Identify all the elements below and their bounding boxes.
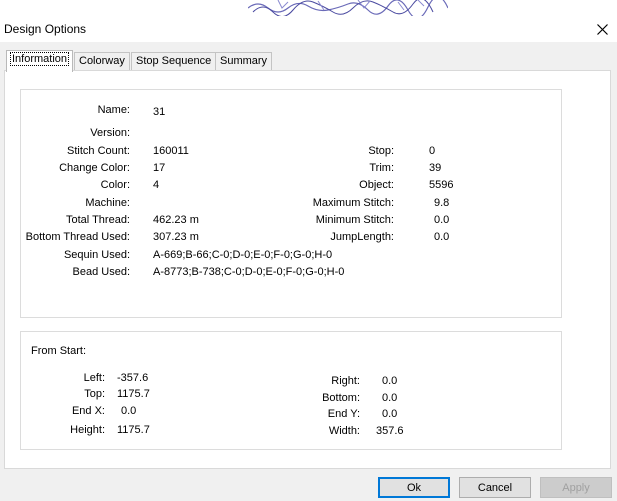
name-value: 31 — [153, 106, 166, 118]
tab-stop-sequence[interactable]: Stop Sequence — [131, 52, 217, 71]
bottom-thread-label: Bottom Thread Used: — [25, 231, 130, 243]
ok-button[interactable]: Ok — [378, 477, 450, 498]
left-label: Left: — [83, 372, 105, 384]
from-start-group: From Start: Left: -357.6 Top: 1175.7 End… — [20, 331, 562, 450]
bead-value: A-8773;B-738;C-0;D-0;E-0;F-0;G-0;H-0 — [153, 266, 345, 278]
sequin-value: A-669;B-66;C-0;D-0;E-0;F-0;G-0;H-0 — [153, 249, 333, 261]
top-label: Top: — [84, 388, 105, 400]
trim-value: 39 — [429, 162, 442, 174]
height-value: 1175.7 — [117, 424, 150, 436]
cancel-button[interactable]: Cancel — [459, 477, 531, 498]
apply-button[interactable]: Apply — [540, 477, 612, 498]
bottom-label: Bottom: — [322, 392, 360, 404]
bead-label: Bead Used: — [72, 266, 130, 278]
change-color-value: 17 — [153, 162, 166, 174]
window-title: Design Options — [4, 22, 87, 36]
stitch-count-label: Stitch Count: — [67, 145, 130, 157]
design-info-group: Name: 31 Version: Stitch Count: 160011 C… — [20, 89, 562, 318]
bottom-thread-value: 307.23 m — [153, 231, 199, 243]
change-color-label: Change Color: — [59, 162, 130, 174]
right-label: Right: — [331, 375, 360, 387]
width-value: 357.6 — [376, 425, 404, 437]
stitch-count-value: 160011 — [153, 145, 189, 157]
jump-length-value: 0.0 — [434, 231, 450, 243]
max-stitch-label: Maximum Stitch: — [312, 197, 394, 209]
end-x-label: End X: — [71, 405, 105, 417]
bottom-value: 0.0 — [382, 392, 398, 404]
tab-information[interactable]: Information — [6, 50, 74, 72]
end-y-label: End Y: — [327, 408, 360, 420]
background-design-preview — [0, 0, 617, 16]
stop-label: Stop: — [368, 145, 394, 157]
left-value: -357.6 — [117, 372, 149, 384]
sequin-label: Sequin Used: — [63, 249, 130, 261]
close-button[interactable] — [587, 16, 617, 42]
min-stitch-label: Minimum Stitch: — [315, 214, 394, 226]
width-label: Width: — [328, 425, 360, 437]
close-icon — [596, 23, 608, 35]
total-thread-value: 462.23 m — [153, 214, 199, 226]
top-value: 1175.7 — [117, 388, 150, 400]
stop-value: 0 — [429, 145, 436, 157]
jump-length-label: JumpLength: — [330, 231, 394, 243]
height-label: Height: — [70, 424, 105, 436]
max-stitch-value: 9.8 — [434, 197, 450, 209]
object-label: Object: — [359, 179, 394, 191]
color-label: Color: — [100, 179, 130, 191]
title-bar: Design Options — [0, 16, 617, 42]
from-start-title: From Start: — [31, 345, 87, 357]
color-value: 4 — [153, 179, 160, 191]
name-label: Name: — [97, 104, 130, 116]
end-x-value: 0.0 — [121, 405, 137, 417]
tab-summary[interactable]: Summary — [215, 52, 273, 71]
right-value: 0.0 — [382, 375, 398, 387]
information-panel: Name: 31 Version: Stitch Count: 160011 C… — [4, 70, 611, 469]
end-y-value: 0.0 — [382, 408, 398, 420]
object-value: 5596 — [429, 179, 454, 191]
trim-label: Trim: — [369, 162, 394, 174]
min-stitch-value: 0.0 — [434, 214, 450, 226]
machine-label: Machine: — [85, 197, 130, 209]
total-thread-label: Total Thread: — [65, 214, 130, 226]
tab-colorway[interactable]: Colorway — [74, 52, 130, 71]
version-label: Version: — [90, 127, 130, 139]
